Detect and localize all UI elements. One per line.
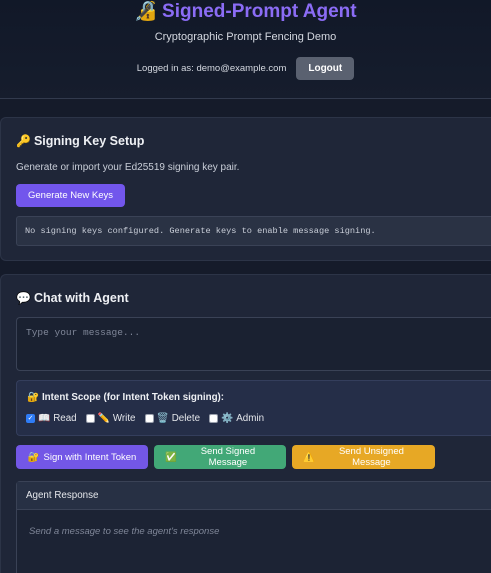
pencil-icon: ✏️ xyxy=(97,413,110,424)
trash-icon: 🗑️ xyxy=(156,413,169,424)
scope-option-read[interactable]: ✓ 📖 Read xyxy=(26,413,77,424)
agent-response-placeholder: Send a message to see the agent's respon… xyxy=(29,526,220,537)
lock-key-icon: 🔐 xyxy=(27,451,40,463)
agent-response-panel: Agent Response Send a message to see the… xyxy=(16,481,491,573)
admin-checkbox[interactable] xyxy=(209,414,219,423)
signing-key-card: 🔑 Signing Key Setup Generate or import yo… xyxy=(0,117,491,261)
warning-icon: ⚠️ xyxy=(303,451,315,463)
key-status-text: No signing keys configured. Generate key… xyxy=(25,226,376,236)
signing-key-title-text: Signing Key Setup xyxy=(33,134,145,148)
key-status-box: No signing keys configured. Generate key… xyxy=(16,216,491,246)
scope-option-label: Admin xyxy=(236,413,265,424)
gear-icon: ⚙️ xyxy=(221,413,234,424)
message-input[interactable] xyxy=(16,317,491,371)
key-icon: 🔑 xyxy=(16,134,31,148)
signing-key-title: 🔑 Signing Key Setup xyxy=(16,134,144,148)
app-header: 🔏 Signed-Prompt Agent Cryptographic Promp… xyxy=(0,0,491,99)
chat-title: 💬 Chat with Agent xyxy=(16,291,129,305)
chat-title-text: Chat with Agent xyxy=(33,291,129,305)
chat-card: 💬Chat with Agent 🔐 Intent Scope (for Int… xyxy=(0,274,491,573)
check-mark-icon: ✅ xyxy=(165,451,177,463)
agent-response-header: Agent Response xyxy=(17,482,491,510)
scope-option-label: Delete xyxy=(171,413,201,424)
send-button-row: 🔐 Sign with Intent Token ✅ Send Signed M… xyxy=(16,445,435,469)
lock-key-icon: 🔏 xyxy=(134,1,159,22)
intent-scope-options: ✓ 📖 Read ✏️ Write 🗑️ Delete ⚙️ Admin xyxy=(26,413,264,424)
generate-keys-button[interactable]: Generate New Keys xyxy=(16,184,126,207)
app-subtitle: Cryptographic Prompt Fencing Demo xyxy=(154,31,337,43)
send-unsigned-label: Send Unsigned Message xyxy=(338,446,404,468)
delete-checkbox[interactable] xyxy=(144,414,154,423)
scope-option-delete[interactable]: 🗑️ Delete xyxy=(144,413,201,424)
intent-scope-box: 🔐 Intent Scope (for Intent Token signing… xyxy=(16,380,491,436)
send-unsigned-button[interactable]: ⚠️ Send Unsigned Message xyxy=(292,445,435,469)
write-checkbox[interactable] xyxy=(85,414,95,423)
read-checkbox[interactable]: ✓ xyxy=(26,414,35,423)
scope-option-label: Read xyxy=(53,413,77,424)
send-signed-label: Send Signed Message xyxy=(200,446,256,468)
speech-bubble-icon: 💬 xyxy=(16,291,31,305)
login-row: Logged in as: demo@example.com Logout xyxy=(0,57,491,80)
intent-scope-title-text: Intent Scope (for Intent Token signing): xyxy=(41,392,225,403)
logout-button[interactable]: Logout xyxy=(296,57,355,80)
sign-intent-token-button[interactable]: 🔐 Sign with Intent Token xyxy=(16,445,148,469)
sign-intent-token-label: Sign with Intent Token xyxy=(43,451,137,463)
lock-key-icon: 🔐 xyxy=(27,392,40,403)
app-title: 🔏 Signed-Prompt Agent xyxy=(0,0,491,24)
app-title-text: Signed-Prompt Agent xyxy=(162,1,357,22)
login-status: Logged in as: demo@example.com xyxy=(136,63,287,74)
signing-key-description: Generate or import your Ed25519 signing … xyxy=(16,162,240,173)
send-signed-button[interactable]: ✅ Send Signed Message xyxy=(154,445,286,469)
intent-scope-title: 🔐 Intent Scope (for Intent Token signing… xyxy=(27,392,224,403)
book-icon: 📖 xyxy=(38,413,51,424)
scope-option-label: Write xyxy=(112,413,136,424)
scope-option-write[interactable]: ✏️ Write xyxy=(85,413,136,424)
scope-option-admin[interactable]: ⚙️ Admin xyxy=(209,413,264,424)
